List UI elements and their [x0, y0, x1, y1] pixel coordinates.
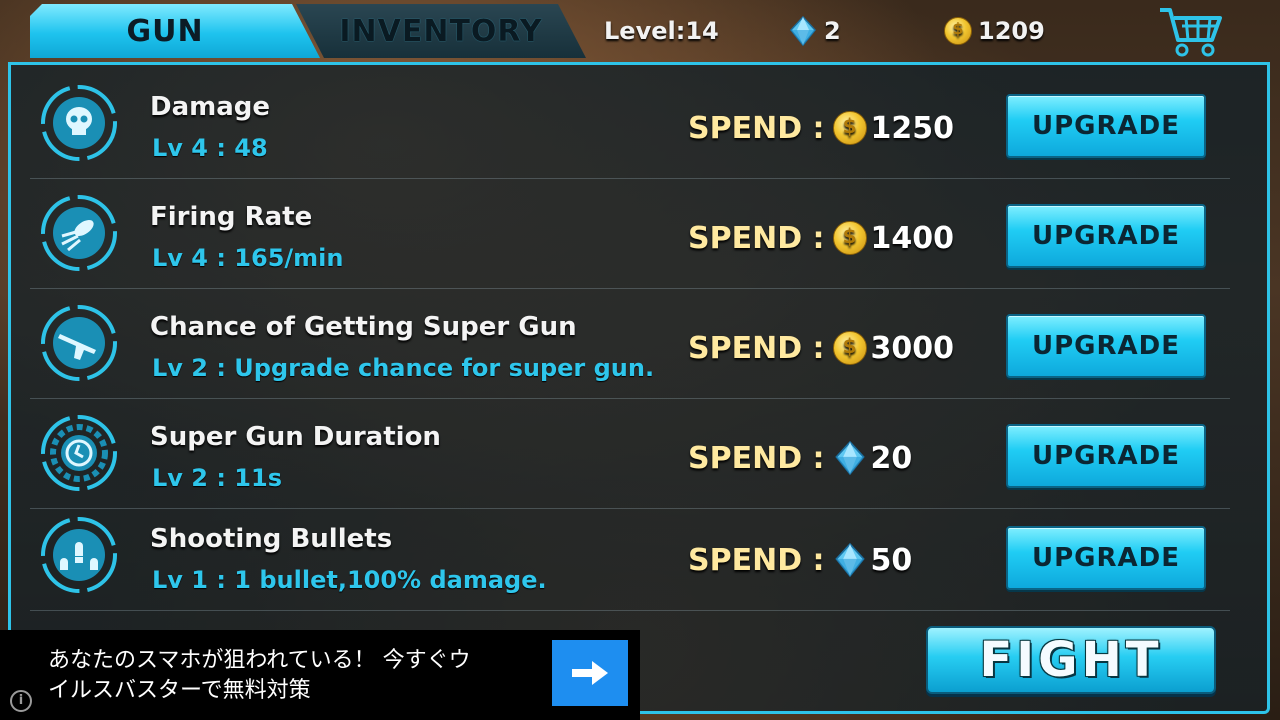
upgrade-cost: SPEND : 1250	[688, 108, 954, 148]
tab-gun[interactable]: GUN	[30, 4, 320, 58]
top-bar: GUN INVENTORY Level:14 2 1209	[0, 0, 1280, 62]
fight-button[interactable]: FIGHT	[926, 626, 1216, 694]
upgrade-level: Lv 4 : 48	[152, 134, 268, 162]
cost-value: 3000	[870, 330, 955, 366]
player-level: Level:14	[604, 14, 719, 48]
cost-value: 50	[870, 542, 913, 578]
upgrade-button[interactable]: UPGRADE	[1006, 526, 1206, 590]
upgrade-row-super-gun-chance: Chance of Getting Super Gun Lv 2 : Upgra…	[30, 288, 1230, 399]
upgrade-level: Lv 1 : 1 bullet,100% damage.	[152, 566, 547, 594]
upgrade-row-damage: Damage Lv 4 : 48 SPEND : 1250 UPGRADE	[30, 68, 1230, 179]
ad-arrow-button[interactable]	[552, 640, 628, 706]
cost-value: 20	[870, 440, 913, 476]
gem-icon	[834, 441, 865, 475]
upgrade-row-firing-rate: Firing Rate Lv 4 : 165/min SPEND : 1400 …	[30, 178, 1230, 289]
info-icon[interactable]: i	[10, 690, 32, 712]
spend-label: SPEND :	[688, 330, 825, 366]
bullets-icon	[41, 517, 117, 593]
bullet-burst-icon	[41, 195, 117, 271]
coin-icon	[832, 331, 867, 365]
upgrade-cost: SPEND : 50	[688, 540, 912, 580]
upgrade-row-super-gun-duration: Super Gun Duration Lv 2 : 11s SPEND : 20…	[30, 398, 1230, 509]
upgrade-title: Shooting Bullets	[150, 524, 393, 554]
ad-text[interactable]: あなたのスマホが狙われている！ 今すぐウ イルスバスターで無料対策	[48, 646, 548, 706]
tab-inventory[interactable]: INVENTORY	[296, 4, 586, 58]
spend-label: SPEND :	[688, 542, 825, 578]
upgrade-button[interactable]: UPGRADE	[1006, 424, 1206, 488]
cost-value: 1250	[870, 110, 955, 146]
upgrade-level: Lv 2 : Upgrade chance for super gun.	[152, 354, 655, 382]
gem-count: 2	[824, 17, 841, 45]
upgrade-title: Damage	[150, 92, 271, 122]
coin-icon	[832, 111, 867, 145]
arrow-right-icon	[572, 661, 608, 685]
coin-icon	[944, 17, 972, 45]
spend-label: SPEND :	[688, 110, 825, 146]
spend-label: SPEND :	[688, 440, 825, 476]
upgrade-level: Lv 4 : 165/min	[152, 244, 344, 272]
upgrade-title: Chance of Getting Super Gun	[150, 312, 577, 342]
upgrade-button[interactable]: UPGRADE	[1006, 314, 1206, 378]
clock-gear-icon	[41, 415, 117, 491]
gem-icon	[790, 16, 816, 46]
tab-gun-label: GUN	[126, 13, 204, 49]
upgrade-cost: SPEND : 3000	[688, 328, 954, 368]
cost-value: 1400	[870, 220, 955, 256]
coin-count: 1209	[978, 17, 1045, 45]
upgrade-cost: SPEND : 1400	[688, 218, 954, 258]
upgrade-button[interactable]: UPGRADE	[1006, 94, 1206, 158]
player-level-text: Level:14	[604, 17, 719, 45]
coin-balance: 1209	[944, 14, 1045, 48]
upgrade-title: Super Gun Duration	[150, 422, 441, 452]
upgrade-level: Lv 2 : 11s	[152, 464, 282, 492]
gem-icon	[834, 543, 865, 577]
rifle-icon	[41, 305, 117, 381]
upgrade-row-shooting-bullets: Shooting Bullets Lv 1 : 1 bullet,100% da…	[30, 500, 1230, 611]
skull-icon	[41, 85, 117, 161]
upgrade-cost: SPEND : 20	[688, 438, 912, 478]
ad-banner[interactable]: あなたのスマホが狙われている！ 今すぐウ イルスバスターで無料対策 i	[0, 630, 640, 720]
upgrade-title: Firing Rate	[150, 202, 313, 232]
gem-balance: 2	[788, 14, 841, 48]
shop-cart-icon[interactable]	[1158, 6, 1224, 58]
upgrade-button[interactable]: UPGRADE	[1006, 204, 1206, 268]
coin-icon	[832, 221, 867, 255]
tab-inventory-label: INVENTORY	[339, 13, 543, 49]
spend-label: SPEND :	[688, 220, 825, 256]
